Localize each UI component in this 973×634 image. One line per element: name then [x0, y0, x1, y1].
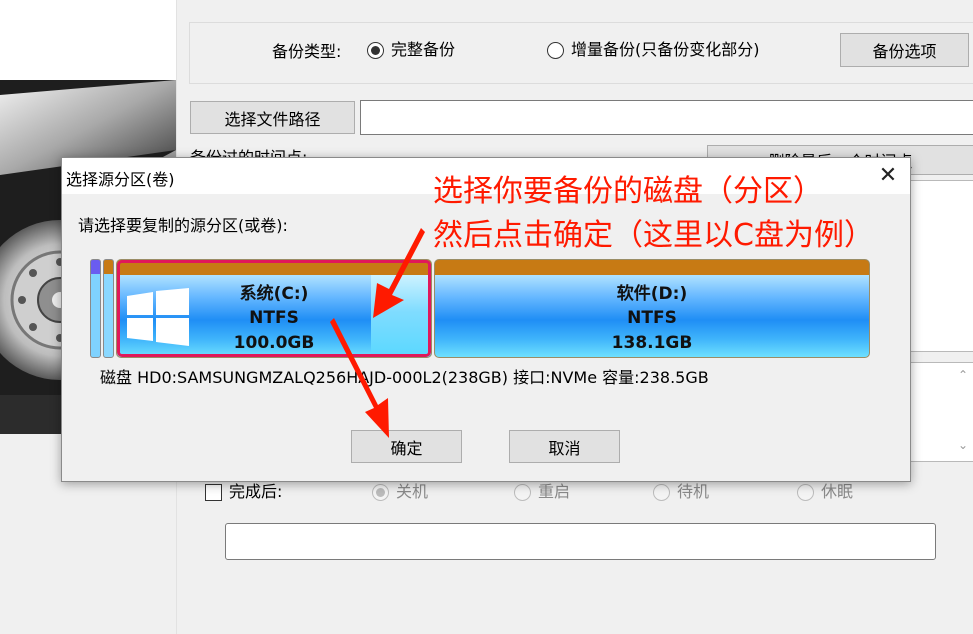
radio-restart[interactable]: [514, 484, 531, 501]
radio-restart-label: 重启: [538, 482, 571, 501]
backup-options-button[interactable]: 备份选项: [840, 33, 969, 67]
partition-c-fs: NTFS: [249, 308, 299, 328]
annotation-line-1: 选择你要备份的磁盘（分区）: [433, 174, 823, 209]
scroll-up-icon[interactable]: ⌃: [958, 369, 970, 381]
partition-d-name: 软件(D:): [616, 284, 688, 304]
cancel-button[interactable]: 取消: [509, 430, 620, 463]
radio-full-backup[interactable]: [367, 42, 384, 59]
dialog-title: 选择源分区(卷): [66, 170, 175, 189]
path-input[interactable]: [360, 100, 973, 135]
scroll-down-icon[interactable]: ⌄: [958, 439, 970, 451]
ok-button[interactable]: 确定: [351, 430, 462, 463]
partition-d-size: 138.1GB: [611, 333, 693, 353]
dialog-prompt: 请选择要复制的源分区(或卷):: [78, 216, 288, 235]
radio-shutdown-label: 关机: [396, 482, 429, 501]
radio-hibernate-label: 休眠: [821, 482, 854, 501]
disk-info: 磁盘 HD0:SAMSUNGMZALQ256HAJD-000L2(238GB) …: [100, 368, 709, 387]
annotation-line-2: 然后点击确定（这里以C盘为例）: [433, 218, 874, 253]
backup-type-label: 备份类型:: [272, 42, 342, 61]
after-done-label: 完成后:: [229, 482, 283, 501]
radio-shutdown[interactable]: [372, 484, 389, 501]
radio-standby[interactable]: [653, 484, 670, 501]
partition-d[interactable]: 软件(D:) NTFS 138.1GB: [434, 259, 870, 358]
radio-standby-label: 待机: [677, 482, 710, 501]
small-partition-2[interactable]: [103, 259, 114, 358]
partition-d-fs: NTFS: [627, 308, 677, 328]
small-partition-1[interactable]: [90, 259, 101, 358]
partition-c[interactable]: 系统(C:) NTFS 100.0GB: [116, 259, 432, 358]
radio-hibernate[interactable]: [797, 484, 814, 501]
radio-incremental-backup-label[interactable]: 增量备份(只备份变化部分): [571, 40, 760, 60]
after-done-checkbox[interactable]: [205, 484, 222, 501]
choose-path-button[interactable]: 选择文件路径: [190, 101, 355, 134]
close-icon[interactable]: ✕: [874, 162, 902, 190]
radio-incremental-backup[interactable]: [547, 42, 564, 59]
partition-c-name: 系统(C:): [239, 284, 309, 304]
post-action-input[interactable]: [225, 523, 936, 560]
radio-full-backup-label[interactable]: 完整备份: [391, 40, 455, 60]
partition-c-size: 100.0GB: [233, 333, 315, 353]
